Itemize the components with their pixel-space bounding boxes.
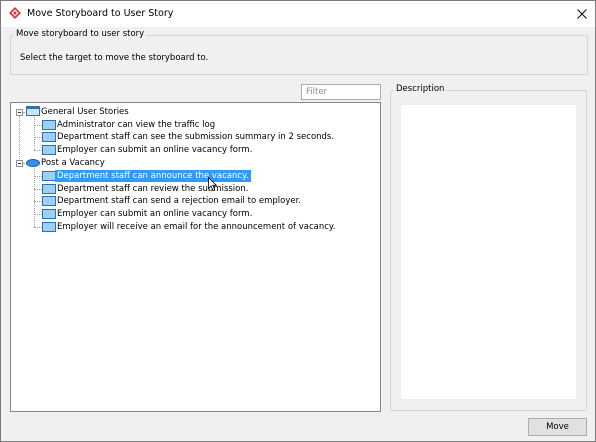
tree-connector [34, 137, 42, 138]
tree-item-label: Department staff can send a rejection em… [57, 196, 301, 206]
tree-item-label: Employer can submit an online vacancy fo… [57, 145, 253, 155]
header-group-legend: Move storyboard to user story [14, 29, 147, 39]
tree-item-row[interactable]: Department staff can send a rejection em… [11, 195, 371, 207]
tree-group-row[interactable]: Post a Vacancy [11, 157, 371, 169]
collapse-toggle-icon[interactable] [16, 109, 23, 116]
tree-connector [34, 125, 42, 126]
move-button[interactable]: Move [528, 418, 587, 436]
dialog-window: Move Storyboard to User Story Move story… [0, 0, 596, 442]
tree-item-row[interactable]: Employer can submit an online vacancy fo… [11, 208, 371, 220]
close-icon [577, 9, 587, 19]
tree-item-label: Department staff can see the submission … [57, 132, 335, 142]
tree-item-label: Employer will receive an email for the a… [57, 222, 336, 232]
description-textarea[interactable] [401, 105, 576, 399]
tree-connector [34, 189, 42, 190]
tree-item-label-selected: Department staff can announce the vacanc… [55, 170, 251, 182]
tree-connector [34, 214, 42, 215]
tree-item-row[interactable]: Department staff can review the submissi… [11, 183, 371, 195]
tree-connector [34, 150, 42, 151]
description-legend: Description [394, 84, 447, 94]
tree-connector [34, 176, 42, 177]
tree-item-row[interactable]: Employer can submit an online vacancy fo… [11, 144, 371, 156]
tree-group-label: Post a Vacancy [41, 158, 105, 168]
close-button[interactable] [571, 4, 593, 24]
user-story-icon [42, 222, 56, 236]
tree-item-row[interactable]: Employer will receive an email for the a… [11, 221, 371, 233]
tree-item-label: Department staff can review the submissi… [57, 184, 249, 194]
tree-group-row[interactable]: General User Stories [11, 106, 371, 118]
filter-input[interactable] [301, 84, 381, 100]
tree-connector [34, 201, 42, 202]
collapse-toggle-icon[interactable] [16, 160, 23, 167]
tree-item-row[interactable]: Administrator can view the traffic log [11, 119, 371, 131]
user-story-group-icon [26, 106, 40, 120]
mouse-pointer-icon [208, 176, 218, 192]
tree-group-label: General User Stories [41, 107, 129, 117]
user-story-tree[interactable]: General User Stories Administrator can v… [10, 102, 381, 412]
tree-item-row[interactable]: Department staff can announce the vacanc… [11, 170, 371, 182]
visual-paradigm-diamond-icon [9, 7, 21, 19]
header-group: Move storyboard to user story Select the… [10, 29, 588, 75]
tree-item-label: Employer can submit an online vacancy fo… [57, 209, 253, 219]
window-title: Move Storyboard to User Story [27, 8, 174, 19]
title-bar: Move Storyboard to User Story [1, 1, 595, 27]
tree-item-label: Administrator can view the traffic log [57, 120, 216, 130]
tree-item-row[interactable]: Department staff can see the submission … [11, 131, 371, 143]
tree-connector [34, 227, 42, 228]
instructions-text: Select the target to move the storyboard… [20, 53, 209, 63]
